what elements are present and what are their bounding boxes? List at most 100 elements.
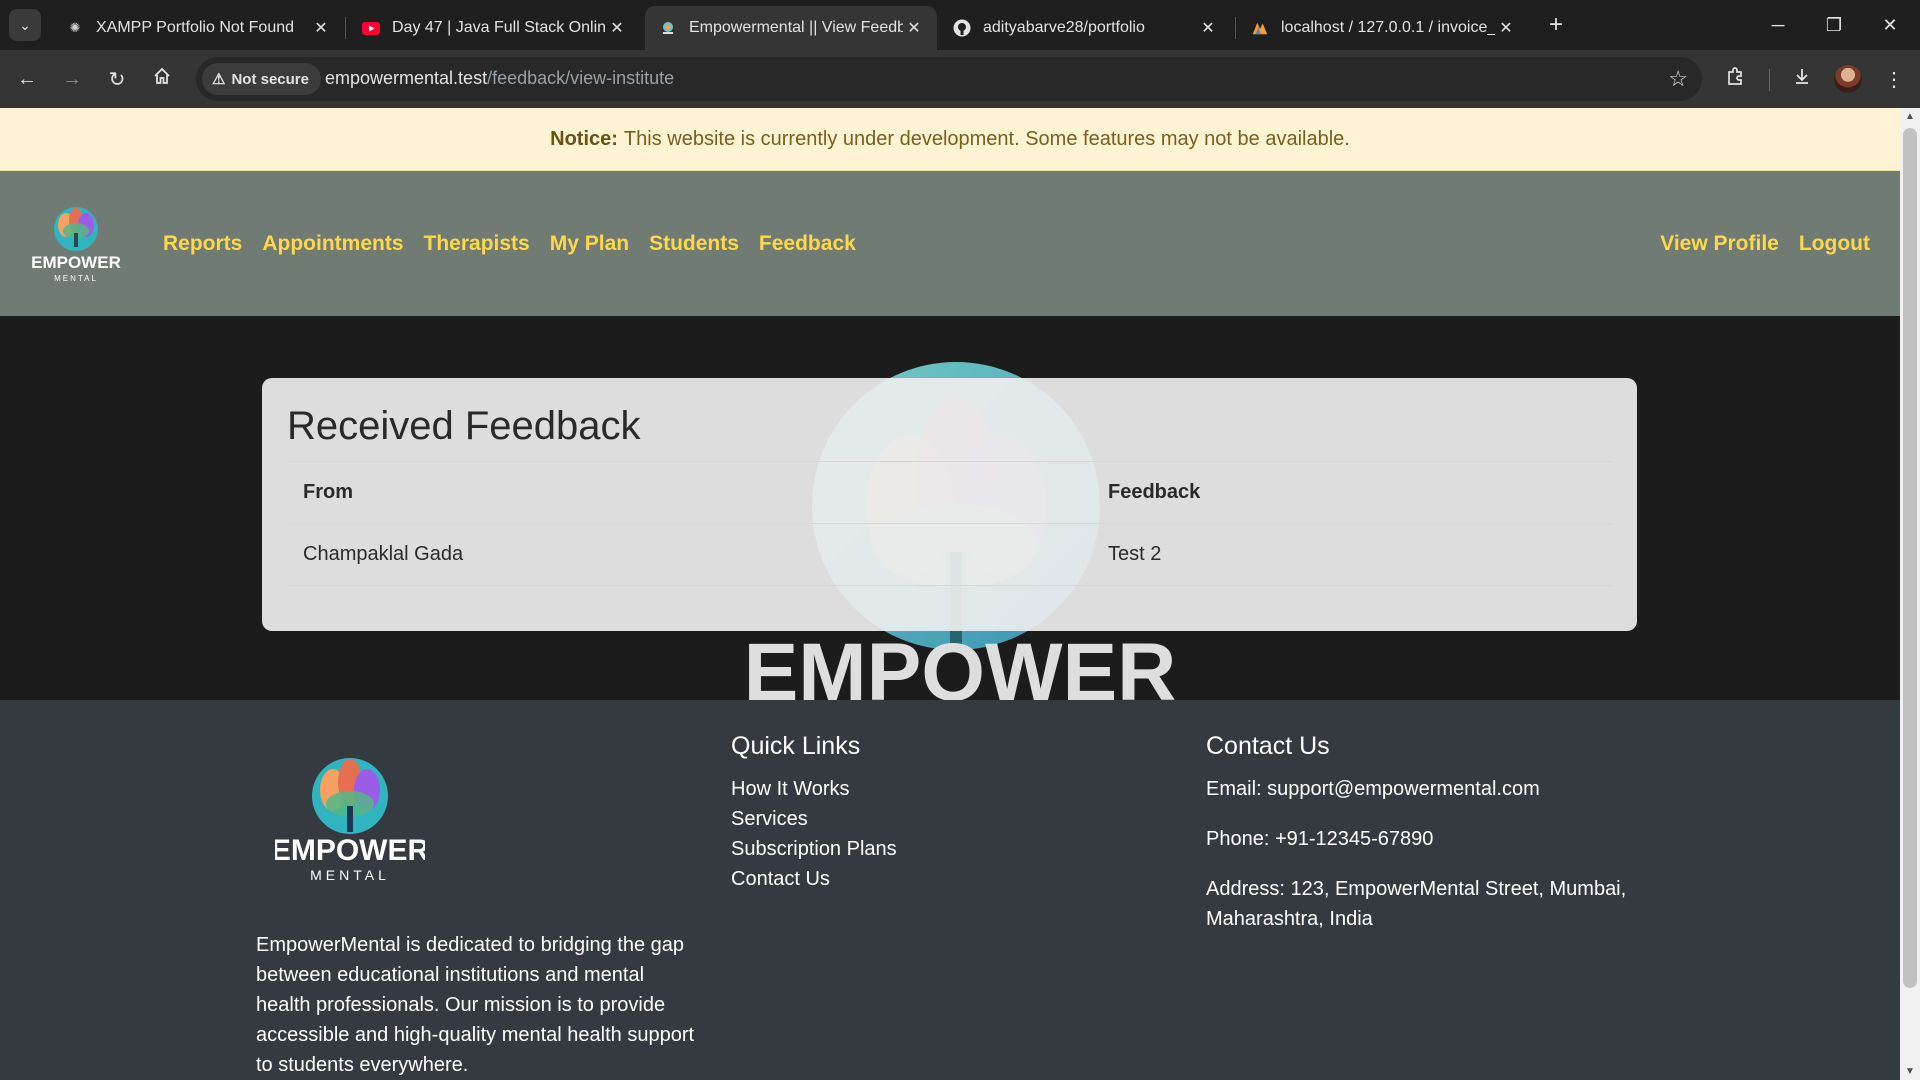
notice-text: This website is currently under developm…: [623, 127, 1350, 150]
scrollbar-thumb[interactable]: [1903, 128, 1917, 988]
close-tab-icon[interactable]: ✕: [1495, 18, 1517, 38]
download-icon: [1792, 66, 1812, 92]
arrow-right-icon: →: [62, 67, 82, 90]
account-nav: View Profile Logout: [1660, 171, 1870, 316]
footer-logo-subtext: MENTAL: [310, 867, 390, 883]
nav-link-my-plan[interactable]: My Plan: [550, 232, 629, 256]
scroll-down-arrow-icon[interactable]: ▼: [1900, 1063, 1920, 1080]
home-button[interactable]: [146, 63, 178, 95]
security-label: Not secure: [231, 70, 309, 88]
contact-email: Email: support@empowermental.com: [1206, 778, 1540, 800]
phpmyadmin-icon: [1251, 19, 1269, 37]
page-scrollbar[interactable]: ▲ ▼: [1900, 108, 1920, 1080]
nav-link-students[interactable]: Students: [649, 232, 739, 256]
column-header-from: From: [287, 461, 1092, 524]
quick-links-list: How It Works Services Subscription Plans…: [731, 774, 897, 894]
tab-title: localhost / 127.0.0.1 / invoice_n: [1281, 19, 1495, 36]
watermark-text: EMPOWER: [744, 627, 1177, 700]
reload-button[interactable]: ↻: [101, 63, 133, 95]
site-navbar: EMPOWER MENTAL Reports Appointments Ther…: [0, 171, 1900, 316]
url-host: empowermental.test: [325, 68, 488, 88]
footer-link-contact-us[interactable]: Contact Us: [731, 868, 830, 890]
tab-title: Day 47 | Java Full Stack Online T: [392, 19, 606, 36]
puzzle-icon: [1726, 66, 1746, 92]
brain-flower-icon: [312, 758, 388, 834]
url-path: /feedback/view-institute: [487, 68, 675, 88]
scroll-up-arrow-icon[interactable]: ▲: [1900, 108, 1920, 125]
footer-link-how-it-works[interactable]: How It Works: [731, 778, 850, 800]
feedback-table: From Feedback Champaklal Gada Test 2: [287, 461, 1612, 586]
column-header-feedback: Feedback: [1092, 461, 1612, 524]
close-tab-icon[interactable]: ✕: [1197, 18, 1219, 38]
nav-link-appointments[interactable]: Appointments: [262, 232, 403, 256]
list-item: Services: [731, 804, 897, 834]
profile-avatar[interactable]: [1834, 65, 1862, 93]
footer-about-text: EmpowerMental is dedicated to bridging t…: [256, 934, 695, 1076]
browser-menu-button[interactable]: ⋮: [1878, 63, 1910, 95]
reload-icon: ↻: [108, 68, 126, 91]
tab-title: adityabarve28/portfolio: [983, 19, 1145, 36]
logo-subtext: MENTAL: [54, 274, 98, 283]
tab-github[interactable]: adityabarve28/portfolio ✕: [939, 6, 1231, 50]
nav-link-feedback[interactable]: Feedback: [759, 232, 856, 256]
home-icon: [152, 66, 172, 92]
browser-tab-bar: ⌄ ✺ XAMPP Portfolio Not Found ✕ Day 47 |…: [0, 0, 1920, 50]
logo-text: EMPOWER: [31, 253, 121, 272]
site-footer: EMPOWER MENTAL EmpowerMental is dedicate…: [0, 700, 1900, 1080]
back-button[interactable]: ←: [11, 63, 43, 95]
contact-address: Address: 123, EmpowerMental Street, Mumb…: [1206, 878, 1627, 930]
chevron-down-icon: ⌄: [19, 16, 31, 33]
tab-title: Empowermental || View Feedba: [689, 19, 903, 36]
site-info-button[interactable]: ⚠ Not secure: [202, 63, 321, 95]
tab-separator: [1235, 17, 1236, 39]
development-notice: Notice: This website is currently under …: [0, 108, 1900, 171]
minimize-button[interactable]: ─: [1750, 0, 1806, 50]
tab-youtube[interactable]: Day 47 | Java Full Stack Online T ✕: [348, 6, 640, 50]
arrow-left-icon: ←: [17, 67, 37, 90]
close-tab-icon[interactable]: ✕: [903, 18, 925, 38]
footer-link-subscription-plans[interactable]: Subscription Plans: [731, 838, 897, 860]
toolbar-divider: [1769, 69, 1770, 91]
more-vert-icon: ⋮: [1884, 68, 1904, 91]
restore-icon: ❐: [1825, 14, 1843, 35]
address-bar[interactable]: ⚠ Not secure empowermental.test/feedback…: [196, 57, 1702, 101]
site-logo[interactable]: EMPOWER MENTAL: [30, 199, 122, 289]
close-window-button[interactable]: ✕: [1862, 0, 1918, 50]
restore-button[interactable]: ❐: [1806, 0, 1862, 50]
quick-links-title: Quick Links: [731, 732, 861, 760]
main-content: EMPOWER Received Feedback From Feedback …: [0, 316, 1900, 700]
forward-button[interactable]: →: [56, 63, 88, 95]
url-text[interactable]: empowermental.test/feedback/view-institu…: [325, 68, 674, 89]
minimize-icon: ─: [1771, 14, 1785, 35]
github-icon: [953, 19, 971, 37]
tab-title: XAMPP Portfolio Not Found: [96, 19, 295, 36]
contact-phone: Phone: +91-12345-67890: [1206, 828, 1434, 850]
tab-xampp[interactable]: ✺ XAMPP Portfolio Not Found ✕: [52, 6, 344, 50]
youtube-icon: [362, 19, 380, 37]
nav-link-reports[interactable]: Reports: [163, 232, 242, 256]
footer-link-services[interactable]: Services: [731, 808, 808, 830]
empowermental-favicon: [659, 19, 677, 37]
close-tab-icon[interactable]: ✕: [310, 18, 332, 38]
page-viewport: Notice: This website is currently under …: [0, 108, 1900, 1080]
downloads-button[interactable]: [1786, 63, 1818, 95]
new-tab-button[interactable]: +: [1541, 10, 1571, 40]
tab-empowermental[interactable]: Empowermental || View Feedba ✕: [645, 6, 937, 50]
footer-logo-text: EMPOWER: [275, 834, 425, 867]
close-tab-icon[interactable]: ✕: [606, 18, 628, 38]
plus-icon: +: [1548, 11, 1563, 38]
bookmark-star-icon[interactable]: ☆: [1668, 66, 1688, 92]
nav-link-view-profile[interactable]: View Profile: [1660, 232, 1779, 256]
table-row: Champaklal Gada Test 2: [287, 523, 1612, 586]
main-nav: Reports Appointments Therapists My Plan …: [163, 171, 856, 316]
page-title: Received Feedback: [287, 404, 641, 448]
contact-title: Contact Us: [1206, 732, 1330, 760]
nav-link-therapists[interactable]: Therapists: [424, 232, 530, 256]
cell-feedback: Test 2: [1092, 523, 1612, 586]
nav-link-logout[interactable]: Logout: [1799, 232, 1870, 256]
extensions-button[interactable]: [1720, 63, 1752, 95]
tab-search-button[interactable]: ⌄: [9, 9, 41, 41]
list-item: How It Works: [731, 774, 897, 804]
tab-phpmyadmin[interactable]: localhost / 127.0.0.1 / invoice_n ✕: [1237, 6, 1529, 50]
table-header-row: From Feedback: [287, 461, 1612, 524]
